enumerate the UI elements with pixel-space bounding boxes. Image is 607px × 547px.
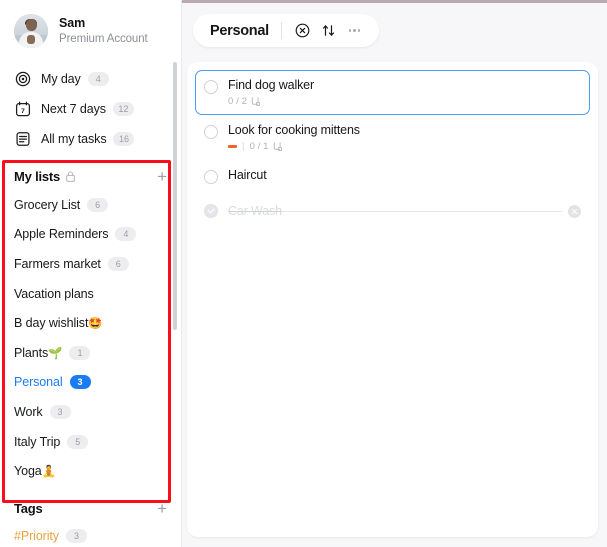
- task-row[interactable]: Car Wash: [195, 194, 590, 228]
- sidebar-item-label: My day: [41, 72, 81, 86]
- calendar-7-icon: 7: [14, 100, 32, 118]
- main-panel: Personal Find dog walker 0 / 2 Look for …: [181, 0, 607, 547]
- sidebar-item-next-7-days[interactable]: 7 Next 7 days 12: [0, 94, 181, 124]
- list-item-emoji: 🌱: [48, 347, 63, 360]
- task-title: Haircut: [228, 168, 267, 182]
- lock-icon: [66, 170, 76, 182]
- subtask-count: 0 / 2: [228, 96, 247, 107]
- list-item-label: Italy Trip: [14, 434, 61, 449]
- page-title: Personal: [210, 22, 269, 39]
- list-item-italy-trip[interactable]: Italy Trip 5: [0, 427, 181, 457]
- sidebar: Sam Premium Account My day 4 7 Next 7 days 1…: [0, 0, 181, 547]
- task-checkbox[interactable]: [204, 125, 218, 139]
- list-count-badge: 6: [87, 197, 109, 212]
- tags-title: Tags: [14, 501, 43, 517]
- circle-x-icon[interactable]: [293, 21, 312, 40]
- sidebar-item-label: Next 7 days: [41, 102, 106, 116]
- list-item-grocery-list[interactable]: Grocery List 6: [0, 190, 181, 220]
- window-top-bar: [181, 0, 607, 3]
- task-row[interactable]: Haircut: [195, 160, 590, 194]
- list-item-vacation-plans[interactable]: Vacation plans: [0, 279, 181, 309]
- sidebar-item-label: All my tasks: [41, 132, 107, 146]
- priority-indicator: [228, 145, 237, 148]
- item-count-badge: 16: [113, 132, 135, 146]
- list-item-label: Work: [14, 404, 43, 419]
- tag-item-priority[interactable]: #Priority 3: [0, 523, 181, 547]
- list-header-pill: Personal: [193, 14, 379, 47]
- tags-header: Tags +: [0, 495, 181, 523]
- tag-label: #Priority: [14, 528, 59, 543]
- document-list-icon: [14, 130, 32, 148]
- list-item-b-day-wishlist[interactable]: B day wishlist 🤩: [0, 308, 181, 338]
- my-lists-title: My lists: [14, 168, 61, 184]
- list-item-plants[interactable]: Plants 🌱 1: [0, 338, 181, 368]
- task-title: Car Wash: [228, 204, 282, 218]
- panel-divider: [181, 0, 182, 547]
- list-item-yoga[interactable]: Yoga 🧘: [0, 456, 181, 486]
- item-count-badge: 12: [112, 102, 134, 116]
- list-count-badge: 3: [49, 404, 71, 419]
- tag-count-badge: 3: [65, 528, 87, 543]
- target-icon: [14, 70, 32, 88]
- account-header[interactable]: Sam Premium Account: [0, 0, 181, 58]
- list-item-label: Yoga: [14, 464, 42, 479]
- smart-lists: My day 4 7 Next 7 days 12 All my tasks 16: [0, 58, 181, 158]
- task-title: Look for cooking mittens: [228, 123, 360, 137]
- list-item-label: Personal: [14, 375, 63, 390]
- task-checkbox[interactable]: [204, 80, 218, 94]
- my-lists-items: Grocery List 6 Apple Reminders 4 Farmers mar…: [0, 190, 181, 486]
- item-count-badge: 4: [87, 72, 109, 86]
- list-item-emoji: 🧘: [41, 466, 56, 479]
- list-item-emoji: 🤩: [88, 318, 103, 331]
- task-title: Find dog walker: [228, 78, 314, 92]
- svg-text:7: 7: [21, 108, 25, 115]
- subtask-branch-icon: [273, 142, 282, 151]
- strikethrough-line: [281, 210, 562, 212]
- circle-x-icon[interactable]: [568, 204, 581, 218]
- add-tag-button[interactable]: +: [157, 500, 169, 517]
- list-count-badge: 1: [69, 345, 91, 360]
- task-list-card: Find dog walker 0 / 2 Look for cooking mit…: [187, 62, 598, 537]
- task-meta: | 0 / 1: [228, 141, 581, 152]
- list-item-label: B day wishlist: [14, 316, 89, 331]
- list-count-badge: 5: [67, 434, 89, 449]
- app-window: Sam Premium Account My day 4 7 Next 7 days 1…: [0, 0, 607, 547]
- sidebar-item-all-my-tasks[interactable]: All my tasks 16: [0, 124, 181, 154]
- avatar: [14, 14, 48, 48]
- list-item-work[interactable]: Work 3: [0, 397, 181, 427]
- task-row[interactable]: Look for cooking mittens | 0 / 1: [195, 115, 590, 160]
- task-row[interactable]: Find dog walker 0 / 2: [195, 70, 590, 115]
- sort-arrows-icon[interactable]: [319, 21, 338, 40]
- list-item-apple-reminders[interactable]: Apple Reminders 4: [0, 220, 181, 250]
- sidebar-scrollbar[interactable]: [173, 62, 177, 330]
- list-item-label: Grocery List: [14, 197, 81, 212]
- subtask-branch-icon: [251, 97, 260, 106]
- list-item-label: Farmers market: [14, 256, 101, 271]
- add-list-button[interactable]: +: [157, 168, 169, 185]
- list-item-label: Apple Reminders: [14, 227, 109, 242]
- task-checkbox[interactable]: [204, 170, 218, 184]
- list-item-label: Plants: [14, 345, 49, 360]
- ellipsis-icon[interactable]: [345, 21, 364, 40]
- task-meta: 0 / 2: [228, 96, 581, 107]
- account-subtitle: Premium Account: [59, 32, 148, 45]
- header-separator: [280, 22, 282, 39]
- list-item-farmers-market[interactable]: Farmers market 6: [0, 249, 181, 279]
- sidebar-item-my-day[interactable]: My day 4: [0, 64, 181, 94]
- task-list: Find dog walker 0 / 2 Look for cooking mit…: [187, 62, 598, 228]
- my-lists-header: My lists +: [0, 162, 181, 190]
- list-count-badge: 3: [69, 375, 91, 390]
- list-count-badge: 6: [107, 256, 129, 271]
- account-name: Sam: [59, 15, 86, 30]
- list-item-label: Vacation plans: [14, 286, 94, 301]
- list-count-badge: 4: [115, 227, 137, 242]
- meta-separator: |: [242, 141, 245, 152]
- task-checkbox-checked[interactable]: [204, 204, 218, 218]
- tags-items: #Priority 3: [0, 523, 181, 547]
- subtask-count: 0 / 1: [249, 141, 269, 152]
- list-item-personal[interactable]: Personal 3: [0, 368, 181, 398]
